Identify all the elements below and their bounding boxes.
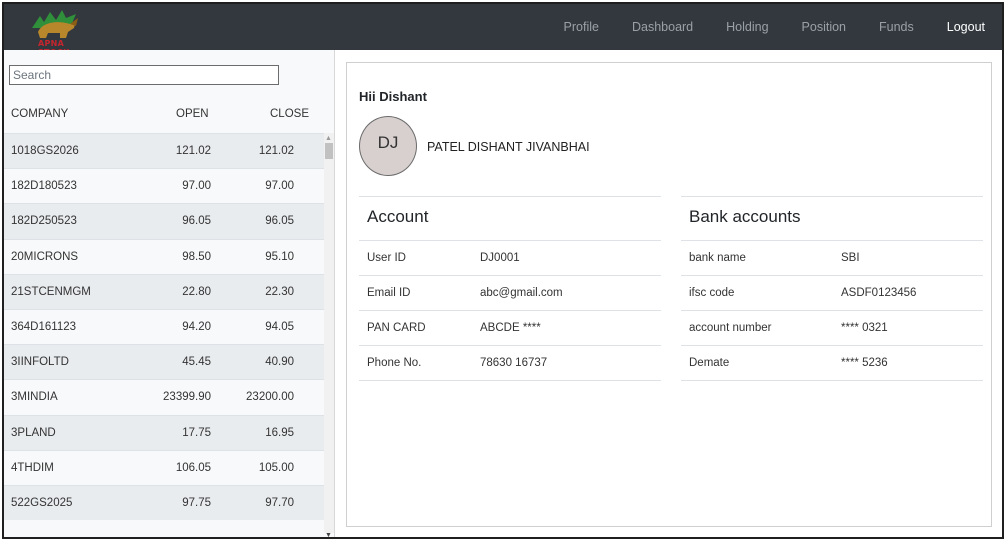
field-label: Phone No. (367, 357, 422, 369)
table-row[interactable]: 522GS2025 97.75 97.70 (4, 484, 324, 521)
table-row[interactable]: 4THDIM 106.05 105.00 (4, 449, 324, 485)
table-row[interactable]: 182D180523 97.00 97.00 (4, 168, 324, 204)
bank-section: Bank accounts bank name SBI ifsc code AS… (681, 196, 983, 381)
avatar: DJ (359, 116, 417, 176)
watchlist-panel: COMPANY OPEN CLOSE 1018GS2026 121.02 121.0… (4, 50, 335, 537)
cell-close: 97.00 (265, 180, 294, 193)
cell-close: 105.00 (258, 461, 294, 474)
cell-company: 4THDIM (11, 461, 54, 474)
header-open: OPEN (176, 108, 209, 120)
table-row[interactable]: 1018GS2026 121.02 121.02 (4, 133, 324, 169)
user-full-name: PATEL DISHANT JIVANBHAI (427, 140, 590, 154)
top-navbar: APNA STOCK Profile Dashboard Holding Pos… (4, 4, 1002, 57)
search-input[interactable] (9, 65, 279, 85)
cell-close: 95.10 (265, 250, 294, 263)
cell-company: 3PLAND (11, 426, 56, 439)
table-row[interactable]: 364D161123 94.20 94.05 (4, 308, 324, 345)
field-label: Demate (689, 357, 730, 369)
scroll-up-arrow-icon[interactable]: ▲ (325, 135, 332, 142)
cell-close: 121.02 (258, 145, 294, 157)
bank-title: Bank accounts (681, 196, 983, 241)
bank-row: ifsc code ASDF0123456 (681, 276, 983, 311)
greeting: Hii Dishant (359, 89, 427, 104)
avatar-initials: DJ (377, 133, 399, 152)
cell-company: 182D180523 (11, 180, 77, 193)
nav-dashboard[interactable]: Dashboard (632, 20, 693, 34)
scroll-thumb[interactable] (325, 143, 333, 159)
account-row: Email ID abc@gmail.com (359, 276, 661, 311)
cell-close: 16.95 (265, 426, 294, 439)
account-row: User ID DJ0001 (359, 241, 661, 276)
cell-close: 94.05 (265, 320, 294, 333)
bank-row: account number **** 0321 (681, 311, 983, 346)
apna-stock-logo[interactable]: APNA STOCK (18, 6, 94, 57)
field-value: DJ0001 (480, 252, 520, 264)
watchlist-scrollbar[interactable]: ▲ ▼ (324, 133, 334, 537)
field-value: **** 5236 (841, 357, 888, 369)
table-row[interactable]: 3IINFOLTD 45.45 40.90 (4, 344, 324, 380)
account-row: Phone No. 78630 16737 (359, 346, 661, 381)
table-row[interactable]: 3MINDIA 23399.90 23200.00 (4, 379, 324, 415)
cell-company: 1018GS2026 (11, 145, 79, 157)
cell-open: 98.50 (182, 250, 211, 263)
cell-company: 522GS2025 (11, 496, 73, 509)
nav-holding[interactable]: Holding (726, 20, 768, 34)
field-label: bank name (689, 252, 746, 264)
watchlist-header: COMPANY OPEN CLOSE (4, 98, 324, 133)
cell-company: 3MINDIA (11, 391, 58, 404)
cell-company: 364D161123 (11, 320, 77, 333)
nav-profile[interactable]: Profile (564, 20, 599, 34)
header-company: COMPANY (11, 108, 69, 120)
account-row: PAN CARD ABCDE **** (359, 311, 661, 346)
cell-open: 45.45 (182, 356, 211, 369)
cell-company: 3IINFOLTD (11, 356, 69, 369)
cell-close: 96.05 (265, 215, 294, 228)
field-value: abc@gmail.com (480, 287, 563, 299)
cell-close: 97.70 (265, 496, 294, 509)
cell-company: 20MICRONS (11, 250, 79, 263)
cell-open: 94.20 (182, 320, 211, 333)
cell-company: 182D250523 (11, 215, 77, 228)
cell-open: 121.02 (175, 145, 211, 157)
table-row[interactable]: 3PLAND 17.75 16.95 (4, 414, 324, 450)
cell-open: 97.00 (182, 180, 211, 193)
field-value: ABCDE **** (480, 322, 541, 334)
field-label: Email ID (367, 287, 411, 299)
field-value: 78630 16737 (480, 357, 548, 369)
cell-open: 106.05 (175, 461, 211, 474)
nav-position[interactable]: Position (802, 20, 846, 34)
account-section: Account User ID DJ0001 Email ID abc@gmai… (359, 196, 661, 381)
cell-open: 96.05 (182, 215, 211, 228)
field-label: PAN CARD (367, 322, 426, 334)
cell-open: 97.75 (182, 496, 211, 509)
field-label: ifsc code (689, 287, 735, 299)
profile-card: Hii Dishant DJ PATEL DISHANT JIVANBHAI A… (346, 62, 992, 527)
table-row[interactable]: 182D250523 96.05 96.05 (4, 203, 324, 239)
header-close: CLOSE (270, 108, 309, 120)
field-value: ASDF0123456 (841, 287, 917, 299)
account-title: Account (359, 196, 661, 241)
cell-close: 22.30 (265, 285, 294, 298)
table-row[interactable]: 20MICRONS 98.50 95.10 (4, 238, 324, 274)
bank-row: Demate **** 5236 (681, 346, 983, 381)
watchlist-rows: 1018GS2026 121.02 121.02 182D180523 97.00 97.… (4, 133, 324, 537)
nav-logout[interactable]: Logout (947, 20, 985, 34)
cell-open: 17.75 (182, 426, 211, 439)
table-row[interactable]: 21STCENMGM 22.80 22.30 (4, 273, 324, 309)
field-value: SBI (841, 252, 860, 264)
cell-open: 22.80 (182, 285, 211, 298)
field-label: account number (689, 322, 772, 334)
cell-open: 23399.90 (163, 391, 211, 404)
cell-company: 21STCENMGM (11, 285, 91, 298)
cell-close: 23200.00 (246, 391, 294, 404)
scroll-down-arrow-icon[interactable]: ▼ (325, 532, 332, 537)
nav-links: Profile Dashboard Holding Position Funds… (564, 4, 1002, 50)
nav-funds[interactable]: Funds (879, 20, 914, 34)
bank-row: bank name SBI (681, 241, 983, 276)
app-window: APNA STOCK Profile Dashboard Holding Pos… (2, 2, 1004, 539)
cell-close: 40.90 (265, 356, 294, 369)
field-value: **** 0321 (841, 322, 888, 334)
field-label: User ID (367, 252, 406, 264)
